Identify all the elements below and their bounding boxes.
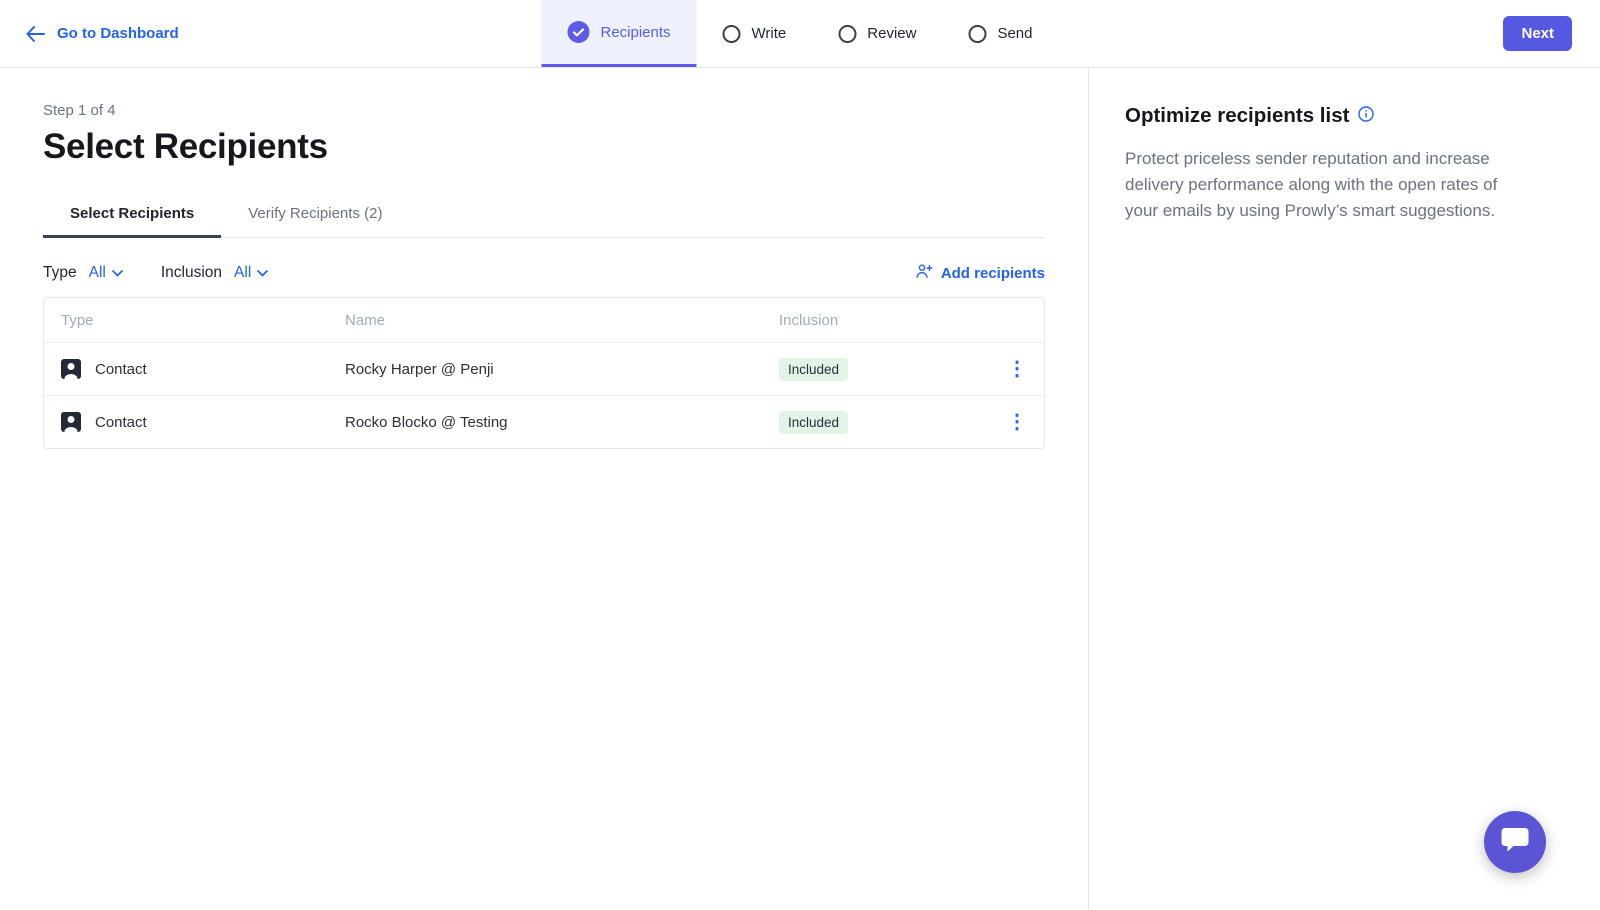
inclusion-filter-label: Inclusion	[160, 264, 223, 281]
contact-card-icon	[61, 412, 81, 432]
type-cell: Contact	[44, 412, 328, 432]
recipients-table: Type Name Inclusion Contact Rocky Harper…	[43, 297, 1045, 449]
step-review[interactable]: Review	[812, 0, 942, 67]
step-label: Review	[867, 25, 917, 42]
actions-cell: ⋮	[984, 408, 1044, 436]
type-filter-dropdown[interactable]: All	[89, 264, 123, 282]
chat-icon	[1500, 826, 1530, 859]
sidebar-description: Protect priceless sender reputation and …	[1125, 149, 1498, 220]
step-label: Recipients	[600, 23, 671, 41]
right-sidebar: Optimize recipients list Protect pricele…	[1088, 68, 1600, 910]
step-label: Send	[997, 25, 1033, 42]
inclusion-filter-dropdown[interactable]: All	[234, 264, 269, 282]
chevron-down-icon	[257, 264, 269, 282]
status-badge: Included	[779, 357, 849, 381]
step-recipients[interactable]: Recipients	[541, 0, 697, 67]
type-value: Contact	[95, 360, 147, 378]
type-value: Contact	[95, 413, 147, 431]
inclusion-filter: Inclusion All	[160, 264, 269, 282]
header-type: Type	[61, 311, 94, 329]
inclusion-cell: Included	[762, 410, 984, 434]
kebab-menu-icon[interactable]: ⋮	[1001, 408, 1033, 436]
page-title: Select Recipients	[43, 127, 328, 166]
check-circle-icon	[567, 21, 590, 43]
actions-cell: ⋮	[984, 355, 1044, 383]
info-icon[interactable]	[1358, 105, 1375, 127]
inclusion-filter-value: All	[234, 264, 252, 281]
next-button[interactable]: Next	[1503, 16, 1572, 51]
type-filter-label: Type	[43, 264, 77, 281]
radio-circle-icon	[838, 24, 857, 43]
step-send[interactable]: Send	[942, 0, 1058, 67]
type-filter: Type All	[43, 264, 123, 282]
person-plus-icon	[915, 262, 933, 284]
tabs: Select Recipients Verify Recipients (2)	[43, 193, 1045, 238]
table-header-row: Type Name Inclusion	[44, 298, 1044, 342]
step-label: Write	[751, 25, 787, 42]
arrow-left-icon	[26, 25, 45, 42]
add-recipients-label: Add recipients	[940, 264, 1045, 282]
step-indicator: Step 1 of 4	[43, 102, 116, 119]
sidebar-title: Optimize recipients list	[1125, 104, 1350, 127]
inclusion-cell: Included	[762, 357, 984, 381]
kebab-menu-icon[interactable]: ⋮	[1001, 355, 1033, 383]
chevron-down-icon	[111, 264, 123, 282]
stepper: Recipients Write Review Send	[541, 0, 1058, 67]
table-row[interactable]: Contact Rocky Harper @ Penji Included ⋮	[44, 342, 1044, 395]
tab-verify-recipients[interactable]: Verify Recipients (2)	[221, 193, 409, 238]
page-body: Step 1 of 4 Select Recipients Select Rec…	[0, 68, 1600, 910]
header-inclusion: Inclusion	[779, 311, 839, 329]
sidebar-title-row: Optimize recipients list	[1125, 104, 1512, 128]
chat-widget-button[interactable]	[1484, 811, 1546, 873]
type-filter-value: All	[88, 264, 106, 281]
tab-select-recipients[interactable]: Select Recipients	[43, 193, 222, 238]
name-cell: Rocko Blocko @ Testing	[345, 413, 508, 431]
back-to-dashboard-link[interactable]: Go to Dashboard	[26, 25, 179, 42]
radio-circle-icon	[968, 24, 987, 43]
main-content: Step 1 of 4 Select Recipients Select Rec…	[0, 68, 1088, 910]
radio-circle-icon	[722, 24, 741, 43]
topbar: Go to Dashboard Recipients Write Review …	[0, 0, 1600, 68]
name-cell: Rocky Harper @ Penji	[345, 360, 494, 378]
add-recipients-button[interactable]: Add recipients	[915, 262, 1045, 284]
contact-card-icon	[61, 359, 81, 379]
header-name: Name	[345, 311, 386, 329]
type-cell: Contact	[44, 359, 328, 379]
back-link-label: Go to Dashboard	[57, 25, 179, 42]
status-badge: Included	[779, 410, 849, 434]
table-row[interactable]: Contact Rocko Blocko @ Testing Included …	[44, 395, 1044, 448]
step-write[interactable]: Write	[697, 0, 813, 67]
filters-row: Type All Inclusion All Add recipients	[43, 262, 1045, 284]
